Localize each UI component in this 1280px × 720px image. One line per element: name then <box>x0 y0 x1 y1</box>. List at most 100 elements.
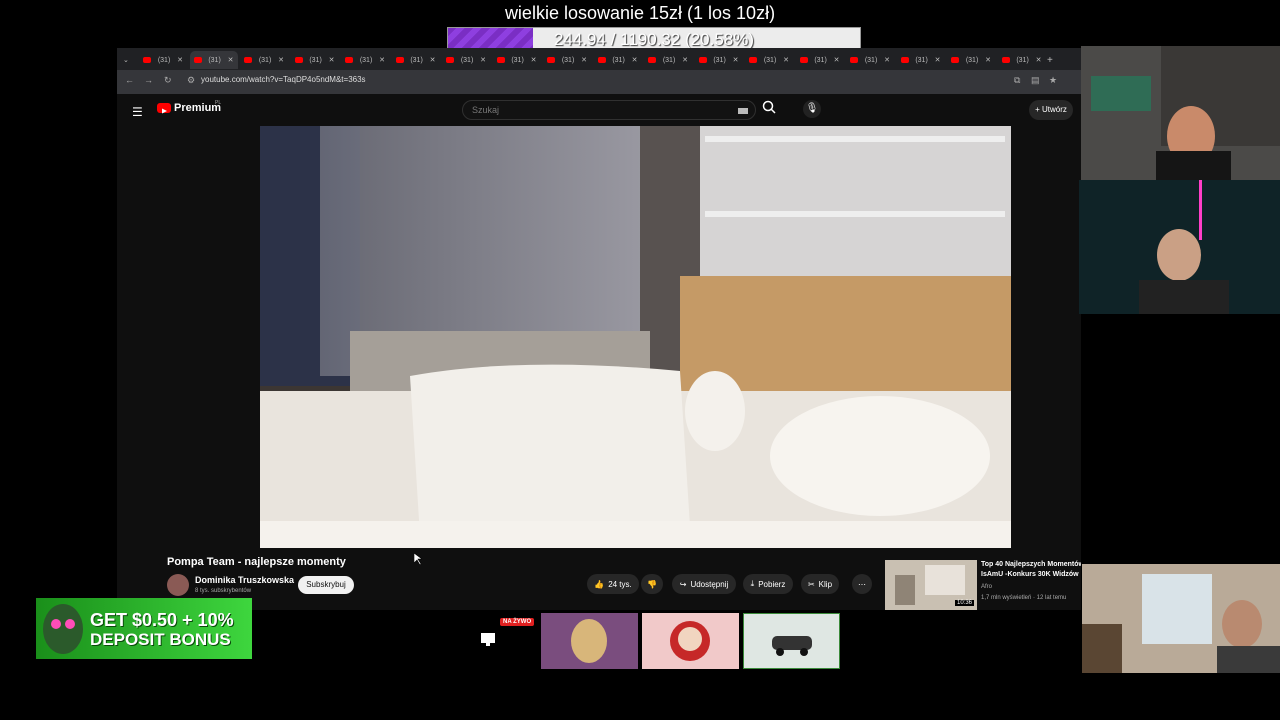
tab-label: (31) <box>359 56 373 64</box>
browser-tab[interactable]: (31) ✕ <box>644 51 692 69</box>
tab-label: (31) <box>763 56 777 64</box>
browser-tab[interactable]: (31) ✕ <box>695 51 743 69</box>
close-tab-icon[interactable]: ✕ <box>884 56 890 64</box>
tab-label: (31) <box>864 56 878 64</box>
close-tab-icon[interactable]: ✕ <box>834 56 840 64</box>
share-button[interactable]: ↪ Udostępnij <box>672 574 736 594</box>
deposit-bonus-ad[interactable]: GET $0.50 + 10% DEPOSIT BONUS <box>36 598 252 659</box>
close-tab-icon[interactable]: ✕ <box>632 56 638 64</box>
install-icon[interactable]: ⧉ <box>1014 75 1020 86</box>
scissors-icon: ✂ <box>807 579 815 589</box>
ad-subline: DEPOSIT BONUS <box>90 630 231 649</box>
create-button[interactable]: + Utwórz <box>1029 100 1073 120</box>
close-tab-icon[interactable]: ✕ <box>177 56 183 64</box>
url-field[interactable]: youtube.com/watch?v=TaqDP4o5ndM&t=363s <box>201 75 366 84</box>
tile-face-avatar[interactable] <box>541 613 638 669</box>
youtube-favicon-icon <box>547 57 555 63</box>
youtube-favicon-icon <box>850 57 858 63</box>
dislike-button[interactable]: 👎 <box>641 574 663 594</box>
browser-tab[interactable]: (31) ✕ <box>291 51 339 69</box>
close-tab-icon[interactable]: ✕ <box>733 56 739 64</box>
browser-tab[interactable]: (31) ✕ <box>796 51 844 69</box>
close-tab-icon[interactable]: ✕ <box>682 56 688 64</box>
video-player[interactable] <box>260 126 1011 548</box>
tab-label: (31) <box>915 56 928 64</box>
download-button[interactable]: ⤓ Pobierz <box>743 574 793 594</box>
close-tab-icon[interactable]: ✕ <box>783 56 789 64</box>
browser-tab[interactable]: (31) ✕ <box>897 51 945 69</box>
close-tab-icon[interactable]: ✕ <box>329 56 335 64</box>
download-label: Pobierz <box>758 579 786 589</box>
tile-car[interactable] <box>743 613 840 669</box>
tab-label: (31) <box>561 56 575 64</box>
recommended-title[interactable]: Top 40 Najlepszych Momentów IsAmU -Konku… <box>981 560 1081 580</box>
youtube-favicon-icon <box>446 57 454 63</box>
close-tab-icon[interactable]: ✕ <box>1036 56 1042 64</box>
tab-label: (31) <box>309 56 322 64</box>
subscribe-button[interactable]: Subskrybuj <box>298 576 354 594</box>
search-input[interactable]: Szukaj <box>462 100 756 120</box>
tab-label: (31) <box>662 56 676 64</box>
close-tab-icon[interactable]: ✕ <box>935 56 941 64</box>
new-tab-button[interactable]: + <box>1043 51 1059 69</box>
forward-icon[interactable]: → <box>144 75 153 85</box>
search-placeholder: Szukaj <box>472 105 500 115</box>
menu-icon[interactable]: ☰ <box>132 105 143 119</box>
search-icon[interactable] <box>762 100 776 117</box>
channel-avatar[interactable] <box>167 574 189 596</box>
tab-label: (31) <box>1016 56 1029 64</box>
region-code: PL <box>215 100 222 106</box>
tile-character-avatar[interactable] <box>642 613 739 669</box>
browser-tab[interactable]: (31) ✕ <box>139 51 187 69</box>
browser-tab[interactable]: (31) ✕ <box>594 51 642 69</box>
tab-label: (31) <box>208 56 221 64</box>
close-tab-icon[interactable]: ✕ <box>430 56 436 64</box>
tab-label: (31) <box>157 56 171 64</box>
youtube-favicon-icon <box>294 57 303 63</box>
close-tab-icon[interactable]: ✕ <box>985 56 991 64</box>
monitor-icon <box>481 633 495 646</box>
site-info-icon[interactable]: ⚙ <box>187 75 195 86</box>
browser-tab[interactable]: (31) ✕ <box>392 51 440 69</box>
recommended-meta: 1,7 mln wyświetleń · 12 lat temu <box>981 595 1067 601</box>
like-button[interactable]: 👍 24 tys. <box>587 574 639 594</box>
youtube-logo-icon[interactable] <box>157 103 171 114</box>
keyboard-icon[interactable] <box>738 108 748 114</box>
recommended-title-line1: Top 40 Najlepszych Momentów <box>981 561 1081 568</box>
browser-tab[interactable]: (31) ✕ <box>240 51 288 69</box>
more-actions-button[interactable]: ⋯ <box>852 574 872 594</box>
translate-icon[interactable]: ▤ <box>1031 75 1040 86</box>
thumbs-up-icon: 👍 <box>594 579 605 589</box>
tab-search-icon[interactable]: ⌄ <box>119 51 135 69</box>
close-tab-icon[interactable]: ✕ <box>531 56 537 64</box>
bookmark-star-icon[interactable]: ★ <box>1049 75 1057 86</box>
close-tab-icon[interactable]: ✕ <box>228 56 234 64</box>
close-tab-icon[interactable]: ✕ <box>480 56 486 64</box>
back-icon[interactable]: ← <box>125 75 134 85</box>
browser-tab[interactable]: (31) ✕ <box>442 51 490 69</box>
close-tab-icon[interactable]: ✕ <box>379 56 385 64</box>
close-tab-icon[interactable]: ✕ <box>278 56 284 64</box>
thumbs-down-icon: 👎 <box>647 579 657 589</box>
channel-name[interactable]: Dominika Truszkowska <box>195 575 294 585</box>
browser-tab[interactable]: (31) ✕ <box>543 51 591 69</box>
browser-tab[interactable]: (31) ✕ <box>341 51 389 69</box>
like-count: 24 tys. <box>608 579 632 589</box>
recommended-channel[interactable]: Afro <box>981 584 992 590</box>
tab-label: (31) <box>258 56 272 64</box>
browser-tab[interactable]: (31) ✕ <box>998 51 1046 69</box>
video-frame <box>260 126 1011 548</box>
reload-icon[interactable]: ↻ <box>164 75 172 86</box>
microphone-icon[interactable]: 🎙 <box>803 100 821 118</box>
browser-tab[interactable]: (31) ✕ <box>493 51 541 69</box>
youtube-favicon-icon <box>698 57 707 63</box>
youtube-favicon-icon <box>345 57 353 63</box>
browser-tab[interactable]: (31) ✕ <box>947 51 995 69</box>
clip-button[interactable]: ✂ Klip <box>801 574 839 594</box>
close-tab-icon[interactable]: ✕ <box>581 56 587 64</box>
tab-label: (31) <box>612 56 625 64</box>
share-icon: ↪ <box>679 579 687 589</box>
browser-tab[interactable]: (31) ✕ <box>745 51 793 69</box>
browser-tab[interactable]: (31) ✕ <box>846 51 894 69</box>
browser-tab[interactable]: (31) ✕ <box>189 51 238 69</box>
